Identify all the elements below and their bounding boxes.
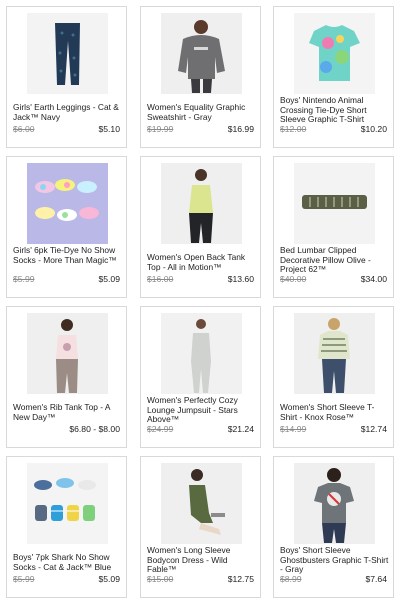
product-card[interactable]: Women's Rib Tank Top - A New Day™ $6.80 …	[6, 306, 127, 448]
price-row: $14.99 $12.74	[280, 423, 387, 435]
price-row: $24.99 $21.24	[147, 423, 254, 435]
price-row: $6.00 $5.10	[13, 123, 120, 135]
product-title[interactable]: Women's Rib Tank Top - A New Day™	[13, 403, 122, 422]
product-title[interactable]: Girls' 6pk Tie-Dye No Show Socks - More …	[13, 246, 122, 265]
leggings-image[interactable]	[27, 13, 108, 94]
product-card[interactable]: Boys' Nintendo Animal Crossing Tie-Dye S…	[273, 6, 394, 148]
original-price: $24.99	[147, 424, 174, 434]
original-price: $5.99	[13, 574, 35, 584]
product-card[interactable]: Women's Equality Graphic Sweatshirt - Gr…	[140, 6, 261, 148]
product-title[interactable]: Women's Perfectly Cozy Lounge Jumpsuit -…	[147, 396, 256, 425]
product-title[interactable]: Boys' Nintendo Animal Crossing Tie-Dye S…	[280, 96, 389, 125]
product-title[interactable]: Women's Long Sleeve Bodycon Dress - Wild…	[147, 546, 256, 575]
original-price: $12.00	[280, 124, 307, 134]
product-card[interactable]: Bed Lumbar Clipped Decorative Pillow Oli…	[273, 156, 394, 298]
dress-image[interactable]	[161, 463, 242, 544]
original-price: $6.00	[13, 124, 35, 134]
jumpsuit-image[interactable]	[161, 313, 242, 394]
product-card[interactable]: Women's Short Sleeve T-Shirt - Knox Rose…	[273, 306, 394, 448]
sale-price: $10.20	[360, 124, 387, 134]
sale-price: $5.09	[98, 274, 120, 284]
socks-image[interactable]	[27, 163, 108, 244]
original-price: $16.00	[147, 274, 174, 284]
price-row: $40.00 $34.00	[280, 273, 387, 285]
price-row: $8.99 $7.64	[280, 573, 387, 585]
product-title[interactable]: Women's Short Sleeve T-Shirt - Knox Rose…	[280, 403, 389, 422]
product-title[interactable]: Girls' Earth Leggings - Cat & Jack™ Navy	[13, 103, 122, 122]
sale-price: $5.10	[98, 124, 120, 134]
sale-price: $6.80 - $8.00	[69, 424, 120, 434]
product-card[interactable]: Women's Perfectly Cozy Lounge Jumpsuit -…	[140, 306, 261, 448]
product-card[interactable]: Women's Long Sleeve Bodycon Dress - Wild…	[140, 456, 261, 598]
price-row: $19.99 $16.99	[147, 123, 254, 135]
product-title[interactable]: Women's Equality Graphic Sweatshirt - Gr…	[147, 103, 256, 122]
price-row: $15.00 $12.75	[147, 573, 254, 585]
product-card[interactable]: Boys' Short Sleeve Ghostbusters Graphic …	[273, 456, 394, 598]
pillow-image[interactable]	[294, 163, 375, 244]
sale-price: $12.75	[227, 574, 254, 584]
product-title[interactable]: Boys' Short Sleeve Ghostbusters Graphic …	[280, 546, 389, 575]
original-price: $15.00	[147, 574, 174, 584]
original-price: $14.99	[280, 424, 307, 434]
sale-price: $7.64	[365, 574, 387, 584]
original-price: $8.99	[280, 574, 302, 584]
product-card[interactable]: Women's Open Back Tank Top - All in Moti…	[140, 156, 261, 298]
price-row: $12.00 $10.20	[280, 123, 387, 135]
product-title[interactable]: Bed Lumbar Clipped Decorative Pillow Oli…	[280, 246, 389, 275]
product-card[interactable]: Girls' 6pk Tie-Dye No Show Socks - More …	[6, 156, 127, 298]
tshirt-image[interactable]	[294, 313, 375, 394]
tie-dye-tshirt-image[interactable]	[294, 13, 375, 94]
original-price: $5.99	[13, 274, 35, 284]
sale-price: $5.09	[98, 574, 120, 584]
sale-price: $12.74	[360, 424, 387, 434]
shark-socks-image[interactable]	[27, 463, 108, 544]
sale-price: $21.24	[227, 424, 254, 434]
product-card[interactable]: Girls' Earth Leggings - Cat & Jack™ Navy…	[6, 6, 127, 148]
sale-price: $34.00	[360, 274, 387, 284]
price-row: $16.00 $13.60	[147, 273, 254, 285]
ghostbusters-tshirt-image[interactable]	[294, 463, 375, 544]
product-title[interactable]: Women's Open Back Tank Top - All in Moti…	[147, 253, 256, 272]
tank-top-image[interactable]	[161, 163, 242, 244]
sale-price: $16.99	[227, 124, 254, 134]
product-grid: Girls' Earth Leggings - Cat & Jack™ Navy…	[0, 0, 400, 600]
rib-tank-image[interactable]	[27, 313, 108, 394]
price-row: $5.99 $5.09	[13, 273, 120, 285]
sale-price: $13.60	[227, 274, 254, 284]
original-price: $40.00	[280, 274, 307, 284]
original-price: $19.99	[147, 124, 174, 134]
product-card[interactable]: Boys' 7pk Shark No Show Socks - Cat & Ja…	[6, 456, 127, 598]
price-row: $5.99 $5.09	[13, 573, 120, 585]
sweatshirt-image[interactable]	[161, 13, 242, 94]
product-title[interactable]: Boys' 7pk Shark No Show Socks - Cat & Ja…	[13, 553, 122, 572]
price-row: $6.80 - $8.00	[13, 423, 120, 435]
